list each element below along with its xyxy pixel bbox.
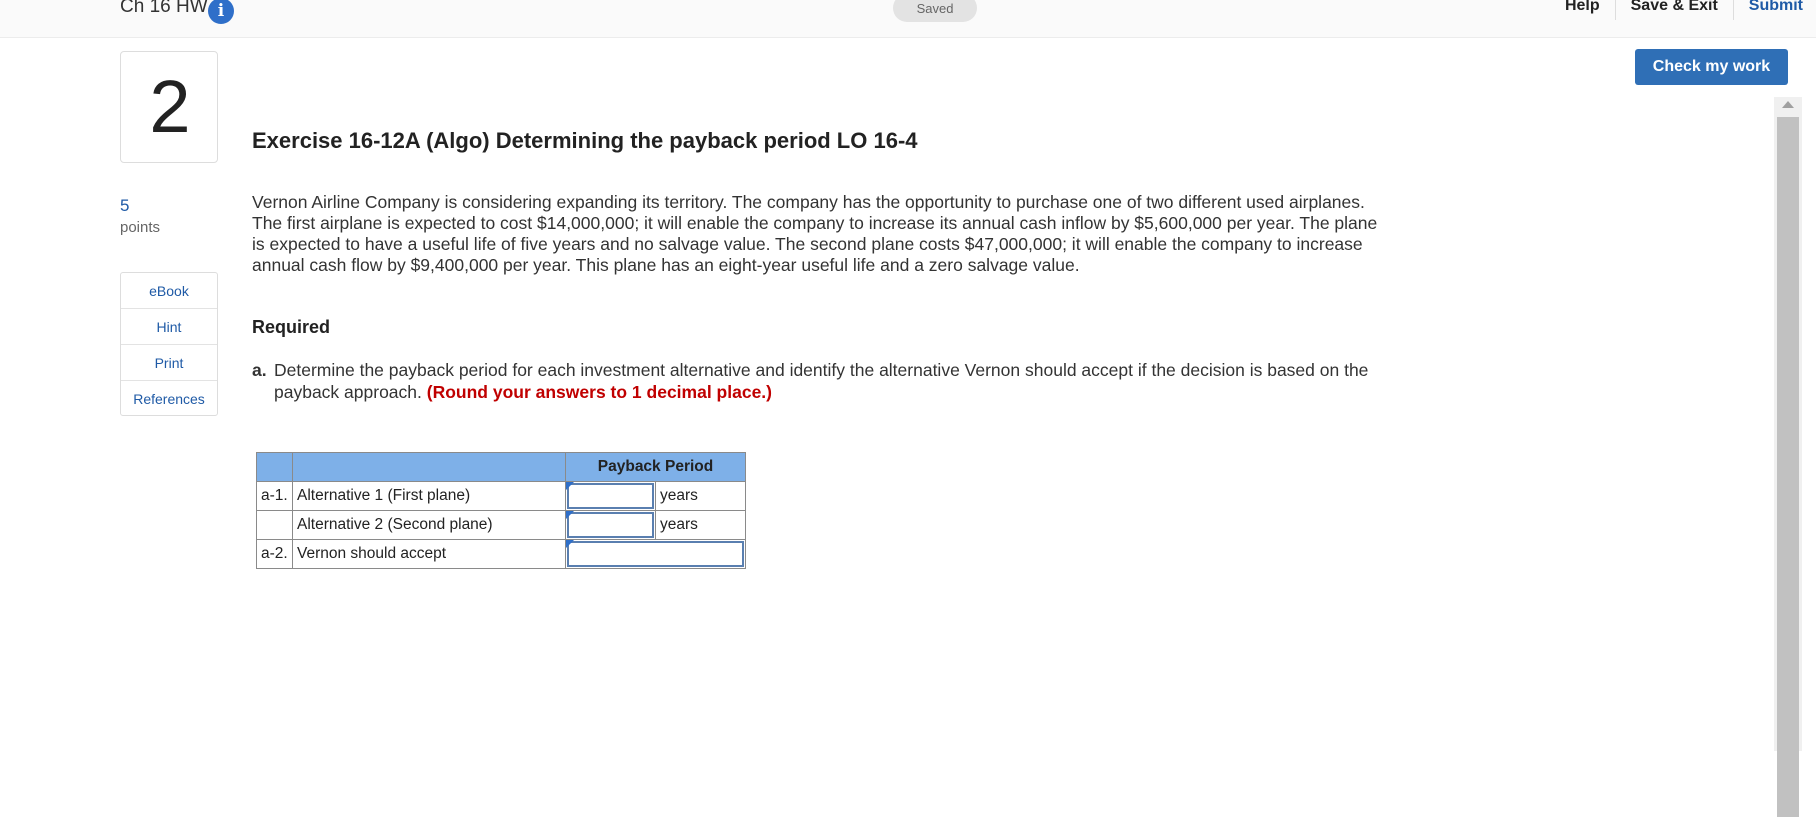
print-link[interactable]: Print: [121, 345, 217, 381]
row-code: [256, 510, 293, 540]
alternative-2-input[interactable]: [565, 510, 656, 540]
requirement-a-label: a.: [252, 360, 267, 380]
points-value: 5: [120, 196, 130, 215]
flag-icon: [566, 482, 574, 490]
scroll-up-arrow-icon[interactable]: [1782, 101, 1794, 108]
help-link[interactable]: Help: [1550, 0, 1615, 20]
row-unit: years: [655, 510, 746, 540]
exercise-title: Exercise 16-12A (Algo) Determining the p…: [252, 128, 918, 153]
header-blank: [292, 452, 566, 482]
references-link[interactable]: References: [121, 381, 217, 415]
info-icon[interactable]: i: [208, 0, 234, 24]
payback-period-header: Payback Period: [565, 452, 746, 482]
hint-link[interactable]: Hint: [121, 309, 217, 345]
rounding-instruction: (Round your answers to 1 decimal place.): [426, 382, 772, 402]
scroll-thumb[interactable]: [1777, 117, 1799, 817]
question-number: 2: [149, 65, 191, 148]
scrollbar[interactable]: [1774, 97, 1802, 817]
table-row: a-2. Vernon should accept: [256, 539, 746, 569]
points-label: points: [120, 219, 161, 236]
flag-icon: [566, 511, 574, 519]
row-code: a-2.: [256, 539, 293, 569]
header-blank: [256, 452, 293, 482]
top-bar: Ch 16 HW i Saved Help Save & Exit Submit: [0, 0, 1816, 38]
alternative-1-input[interactable]: [565, 481, 656, 511]
table-header-row: Payback Period: [256, 452, 746, 482]
ebook-link[interactable]: eBook: [121, 273, 217, 309]
question-tools: eBook Hint Print References: [120, 272, 218, 416]
table-row: Alternative 2 (Second plane) years: [256, 510, 746, 540]
row-label: Vernon should accept: [292, 539, 566, 569]
row-label: Alternative 1 (First plane): [292, 481, 566, 511]
saved-status-badge: Saved: [893, 0, 977, 22]
assignment-title: Ch 16 HW: [120, 0, 208, 17]
required-heading: Required: [252, 317, 331, 337]
accept-alternative-select[interactable]: [565, 539, 746, 569]
top-nav: Help Save & Exit Submit: [1550, 0, 1816, 20]
row-code: a-1.: [256, 481, 293, 511]
requirement-a: a. Determine the payback period for each…: [252, 359, 1392, 403]
row-label: Alternative 2 (Second plane): [292, 510, 566, 540]
table-row: a-1. Alternative 1 (First plane) years: [256, 481, 746, 511]
save-exit-link[interactable]: Save & Exit: [1614, 0, 1733, 20]
row-unit: years: [655, 481, 746, 511]
exercise-body: Vernon Airline Company is considering ex…: [252, 192, 1378, 275]
question-number-box: 2: [120, 51, 218, 163]
payback-table: Payback Period a-1. Alternative 1 (First…: [256, 452, 746, 569]
accept-alternative-field[interactable]: [567, 541, 744, 567]
check-my-work-button[interactable]: Check my work: [1635, 49, 1788, 85]
alternative-1-input-field[interactable]: [567, 483, 654, 509]
alternative-2-input-field[interactable]: [567, 512, 654, 538]
flag-icon: [566, 540, 574, 548]
submit-link[interactable]: Submit: [1732, 0, 1816, 20]
